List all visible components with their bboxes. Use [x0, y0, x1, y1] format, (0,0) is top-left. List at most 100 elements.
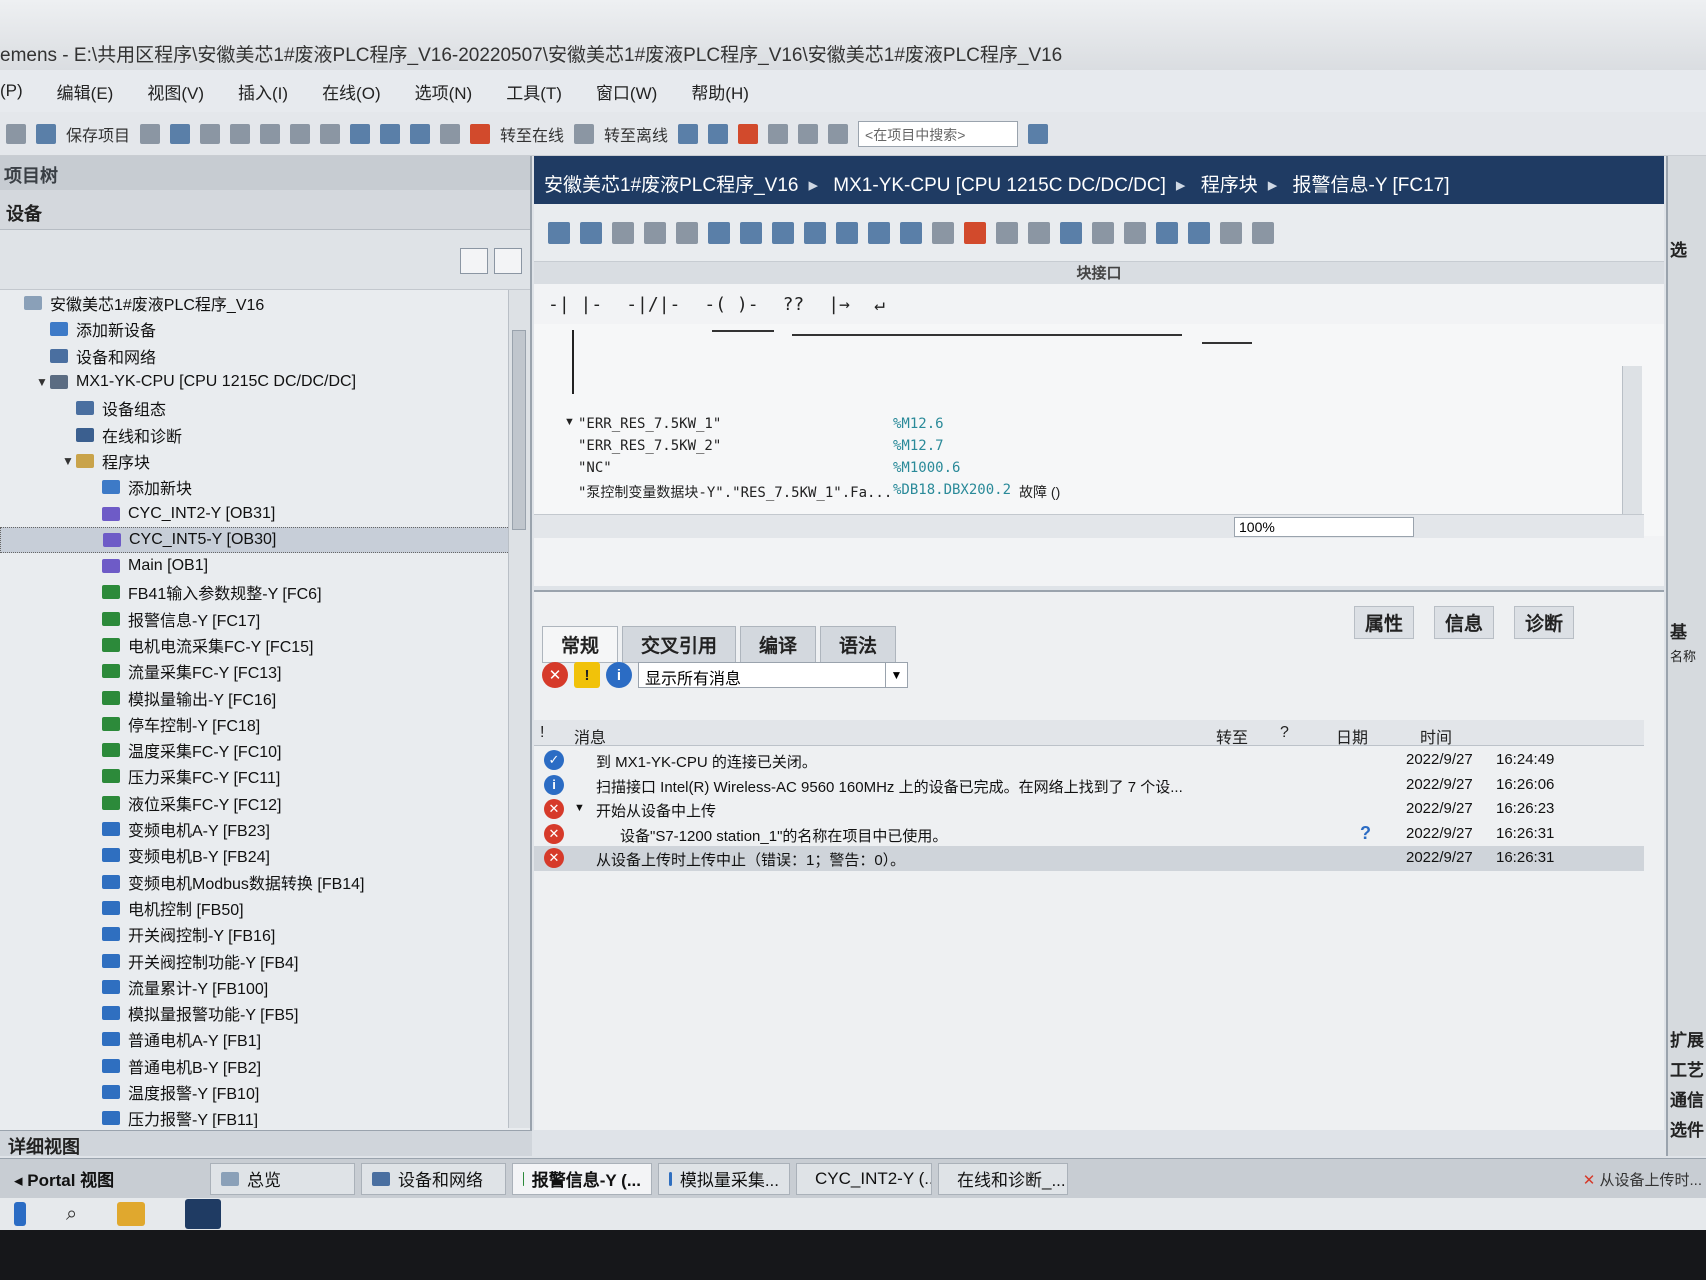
column-message[interactable]: 消息 — [574, 724, 606, 748]
go-offline-button[interactable]: 转至离线 — [604, 122, 668, 146]
insert-network-icon[interactable] — [548, 221, 570, 244]
tree-item[interactable]: 普通电机B-Y [FB2] — [0, 1053, 510, 1079]
tree-item[interactable]: 模拟量输出-Y [FC16] — [0, 684, 510, 710]
tree-item[interactable]: 压力报警-Y [FB11] — [0, 1105, 510, 1128]
delete-icon[interactable] — [260, 123, 281, 144]
tree-item[interactable]: 电机控制 [FB50] — [0, 895, 510, 921]
absolute-operands-icon[interactable] — [676, 221, 698, 244]
devices-tab[interactable]: 设备 — [0, 190, 530, 230]
settings-icon[interactable] — [1220, 221, 1242, 244]
breadcrumb-program-blocks[interactable]: 程序块 — [1201, 175, 1258, 196]
editor-tab[interactable]: 设备和网络 — [361, 1162, 506, 1195]
overview-toggle-icon[interactable] — [460, 248, 488, 274]
expand-arrow-icon[interactable]: ▼ — [574, 802, 585, 814]
breakpoint-icon[interactable] — [964, 221, 986, 244]
copy-icon[interactable] — [200, 123, 221, 144]
task-card-extended[interactable]: 扩展 — [1670, 1026, 1704, 1051]
editor-tab[interactable]: 在线和诊断_... — [938, 1162, 1068, 1195]
go-offline-icon[interactable] — [574, 123, 595, 144]
delete-network-icon[interactable] — [580, 221, 602, 244]
tree-item[interactable]: 液位采集FC-Y [FC12] — [0, 790, 510, 816]
tree-item[interactable]: 在线和诊断 — [0, 421, 510, 447]
tree-item[interactable]: 压力采集FC-Y [FC11] — [0, 763, 510, 789]
snapshot-icon[interactable] — [1028, 221, 1050, 244]
tree-item[interactable]: 电机电流采集FC-Y [FC15] — [0, 632, 510, 658]
undo-icon[interactable] — [290, 123, 311, 144]
help-icon[interactable]: ? — [1360, 823, 1371, 844]
cut-icon[interactable] — [170, 123, 191, 144]
open-branch-lad-icon[interactable]: |→ — [828, 294, 850, 315]
editor-tab[interactable]: 模拟量采集... — [658, 1162, 790, 1195]
start-cpu-icon[interactable] — [708, 123, 729, 144]
editor-tab[interactable]: 总览 — [210, 1162, 355, 1195]
tree-item[interactable]: 报警信息-Y [FC17] — [0, 606, 510, 632]
comments-icon[interactable] — [804, 221, 826, 244]
tree-item[interactable]: 停车控制-Y [FC18] — [0, 711, 510, 737]
save-project-button[interactable]: 保存项目 — [66, 122, 130, 146]
tree-item[interactable]: 温度采集FC-Y [FC10] — [0, 737, 510, 763]
task-card-options[interactable]: 选件 — [1670, 1116, 1704, 1141]
expand-arrow-icon[interactable]: ▼ — [36, 375, 50, 389]
windows-start-icon[interactable] — [14, 1202, 26, 1226]
block-interface-toggle-icon[interactable] — [932, 221, 954, 244]
upload-icon[interactable] — [410, 123, 431, 144]
tree-item[interactable]: 开关阀控制-Y [FB16] — [0, 921, 510, 947]
message-row[interactable]: ✕ 设备"S7-1200 station_1"的名称在项目中已使用。? 2022/9… — [534, 822, 1644, 847]
chevron-down-icon[interactable]: ▼ — [885, 663, 907, 687]
task-card-label[interactable]: 基 — [1670, 618, 1687, 643]
tree-item[interactable]: 温度报警-Y [FB10] — [0, 1079, 510, 1105]
operand-row[interactable]: "泵控制变量数据块-Y"."RES_7.5KW_1".Fa... %DB18.D… — [564, 482, 1060, 504]
coil-icon[interactable]: -( )- — [704, 294, 758, 315]
task-card-technology[interactable]: 工艺 — [1670, 1056, 1704, 1081]
empty-box-icon[interactable]: ?? — [783, 294, 805, 315]
compile-icon[interactable] — [350, 123, 371, 144]
open-branch-icon[interactable] — [612, 221, 634, 244]
tree-item[interactable]: 变频电机Modbus数据转换 [FB14] — [0, 869, 510, 895]
breadcrumb-block[interactable]: 报警信息-Y [FC17] — [1293, 175, 1450, 196]
expand-networks-icon[interactable] — [740, 221, 762, 244]
block-interface-bar[interactable]: 块接口 — [534, 262, 1664, 284]
tab-compile[interactable]: 编译 — [740, 626, 817, 663]
tree-item[interactable]: 添加新设备 — [0, 316, 510, 342]
tree-item[interactable]: ▼ MX1-YK-CPU [CPU 1215C DC/DC/DC] — [0, 369, 510, 395]
scroll-thumb[interactable] — [512, 330, 526, 530]
task-card-communication[interactable]: 通信 — [1670, 1086, 1704, 1111]
info-filter-icon[interactable]: i — [606, 662, 632, 688]
task-card-label[interactable]: 选 — [1670, 236, 1687, 261]
menu-window[interactable]: 窗口(W) — [596, 79, 657, 104]
go-online-icon[interactable] — [470, 123, 491, 144]
tab-cross-reference[interactable]: 交叉引用 — [622, 626, 737, 663]
operand-row[interactable]: "ERR_RES_7.5KW_2" %M12.7 — [564, 438, 944, 460]
step-over-icon[interactable] — [1124, 221, 1146, 244]
close-branch-lad-icon[interactable]: ↵ — [874, 294, 885, 315]
search-icon[interactable]: ⌕ — [66, 1203, 77, 1226]
properties-tab[interactable]: 属性 — [1353, 606, 1414, 639]
message-row[interactable]: ✕ ▼ 开始从设备中上传 2022/9/27 16:26:23 — [534, 797, 1644, 822]
column-time[interactable]: 时间 — [1420, 724, 1452, 748]
tree-options-icon[interactable] — [494, 248, 522, 274]
download-icon[interactable] — [380, 123, 401, 144]
monitoring-icon[interactable] — [900, 221, 922, 244]
monitor-off-icon[interactable] — [1252, 221, 1274, 244]
editor-horizontal-scrollbar[interactable]: 100% — [534, 514, 1644, 538]
menu-help[interactable]: 帮助(H) — [691, 79, 749, 104]
redo-icon[interactable] — [320, 123, 341, 144]
tab-syntax[interactable]: 语法 — [820, 626, 897, 663]
save-icon[interactable] — [36, 123, 56, 144]
modify-icon[interactable] — [1156, 221, 1178, 244]
info-tab[interactable]: 信息 — [1433, 606, 1494, 639]
ladder-network-area[interactable]: ▼ "ERR_RES_7.5KW_1" %M12.6 "ERR_RES_7.5K… — [534, 324, 1664, 536]
message-row[interactable]: ✕ 从设备上传时上传中止（错误：1；警告：0）。 2022/9/27 16:26:31 — [534, 846, 1644, 871]
menu-view[interactable]: 视图(V) — [147, 79, 204, 104]
collapse-networks-icon[interactable] — [772, 221, 794, 244]
file-explorer-icon[interactable] — [117, 1202, 146, 1226]
portal-view-button[interactable]: ◂ Portal 视图 — [0, 1166, 210, 1191]
expand-arrow-icon[interactable]: ▼ — [62, 454, 76, 468]
tree-item[interactable]: 添加新块 — [0, 474, 510, 500]
expand-arrow-icon[interactable]: ▼ — [564, 416, 578, 438]
message-row[interactable]: i 扫描接口 Intel(R) Wireless-AC 9560 160MHz 上… — [534, 773, 1644, 798]
tree-item[interactable]: 设备组态 — [0, 395, 510, 421]
nc-contact-icon[interactable]: -|/|- — [626, 294, 680, 315]
close-branch-icon[interactable] — [644, 221, 666, 244]
tree-item[interactable]: CYC_INT5-Y [OB30] — [0, 526, 510, 553]
